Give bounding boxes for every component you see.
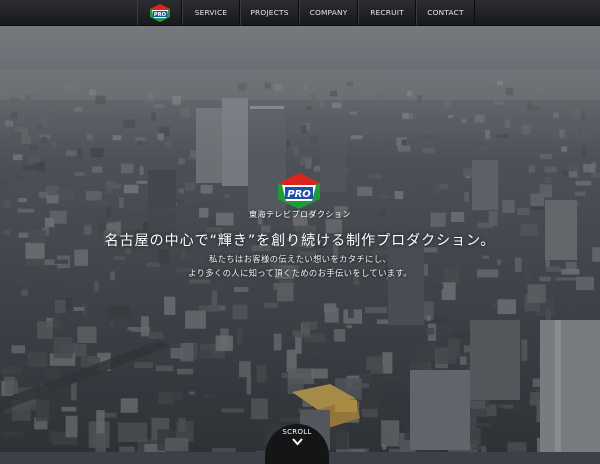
chevron-down-icon bbox=[292, 438, 303, 446]
nav-item-projects[interactable]: PROJECTS bbox=[240, 0, 299, 25]
nav-logo[interactable]: PRO bbox=[137, 0, 182, 25]
nav-logo-text: PRO bbox=[153, 12, 166, 18]
hero-sub-line-2: より多くの人に知って頂くためのお手伝いをしています。 bbox=[0, 267, 600, 279]
hero-background bbox=[0, 0, 600, 452]
nav-inner: PRO SERVICE PROJECTS COMPANY RECRUIT CON… bbox=[137, 0, 475, 25]
pro-logo-icon: PRO bbox=[149, 4, 171, 22]
company-name: 東海テレビプロダクション bbox=[0, 209, 600, 220]
hero-pro-logo-icon: PRO bbox=[276, 173, 322, 209]
hero-sub-line-1: 私たちはお客様の伝えたい想いをカタチにし、 bbox=[0, 253, 600, 265]
hero-logo-text: PRO bbox=[287, 189, 311, 200]
nav-item-service[interactable]: SERVICE bbox=[182, 0, 240, 25]
nav-item-contact[interactable]: CONTACT bbox=[416, 0, 475, 25]
hero-tagline: 名古屋の中心で“輝き”を創り続ける制作プロダクション。 bbox=[0, 230, 600, 250]
scroll-button[interactable]: SCROLL bbox=[265, 424, 329, 464]
top-nav: PRO SERVICE PROJECTS COMPANY RECRUIT CON… bbox=[0, 0, 600, 26]
nav-item-recruit[interactable]: RECRUIT bbox=[358, 0, 416, 25]
scroll-label: SCROLL bbox=[265, 428, 329, 436]
nav-item-company[interactable]: COMPANY bbox=[299, 0, 358, 25]
